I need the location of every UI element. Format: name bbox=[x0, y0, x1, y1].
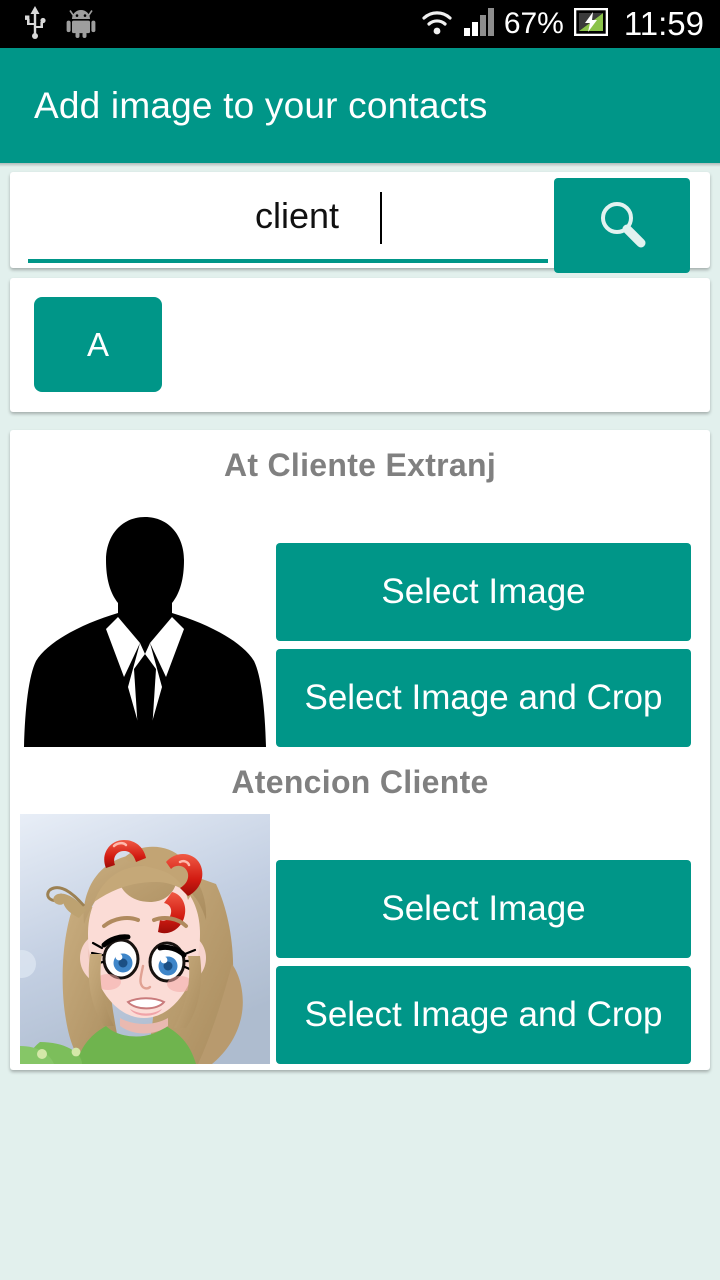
select-image-button[interactable]: Select Image bbox=[276, 860, 691, 958]
search-icon bbox=[593, 195, 651, 256]
contact-name: At Cliente Extranj bbox=[223, 447, 497, 483]
battery-percent-label: 67% bbox=[503, 7, 564, 40]
battery-charging-icon bbox=[573, 7, 609, 41]
clock-label: 11:59 bbox=[623, 5, 704, 42]
person-silhouette-icon bbox=[20, 497, 270, 747]
alphabet-button-a[interactable]: A bbox=[34, 297, 162, 392]
action-bar: Add image to your contacts bbox=[0, 48, 720, 163]
search-button[interactable] bbox=[554, 178, 690, 273]
page-title: Add image to your contacts bbox=[34, 84, 488, 126]
status-bar-left-icons bbox=[0, 5, 96, 44]
contacts-card: At Cliente Extranj Select Image Select I… bbox=[10, 430, 710, 1070]
contact-actions: Select Image Select Image and Crop bbox=[276, 814, 700, 1064]
select-image-button[interactable]: Select Image bbox=[276, 543, 691, 641]
contact-name: Atencion Cliente bbox=[231, 764, 489, 800]
contact-actions: Select Image Select Image and Crop bbox=[276, 497, 700, 747]
select-image-and-crop-button[interactable]: Select Image and Crop bbox=[276, 966, 691, 1064]
search-card bbox=[10, 172, 710, 273]
action-bar-shadow bbox=[0, 163, 720, 167]
app-root: 67% 11:59 Add image to your contacts cli… bbox=[0, 0, 720, 1280]
wifi-icon bbox=[420, 8, 454, 41]
contact-avatar[interactable] bbox=[20, 814, 270, 1064]
status-bar: 67% 11:59 bbox=[0, 0, 720, 48]
contact-row: Atencion Cliente Select Image Select Ima… bbox=[10, 747, 710, 1064]
search-input-underline bbox=[28, 259, 548, 263]
signal-icon bbox=[463, 7, 494, 41]
search-input[interactable] bbox=[28, 178, 566, 254]
status-bar-right-icons: 67% 11:59 bbox=[420, 5, 720, 43]
select-image-and-crop-button[interactable]: Select Image and Crop bbox=[276, 649, 691, 747]
alphabet-index-card: A bbox=[10, 278, 710, 412]
text-cursor bbox=[380, 192, 382, 244]
search-input-wrapper bbox=[28, 178, 566, 262]
anime-portrait-image bbox=[20, 814, 270, 1064]
android-robot-icon bbox=[66, 6, 96, 43]
contact-row: At Cliente Extranj Select Image Select I… bbox=[10, 430, 710, 747]
usb-icon bbox=[22, 5, 48, 44]
contact-avatar[interactable] bbox=[20, 497, 270, 747]
